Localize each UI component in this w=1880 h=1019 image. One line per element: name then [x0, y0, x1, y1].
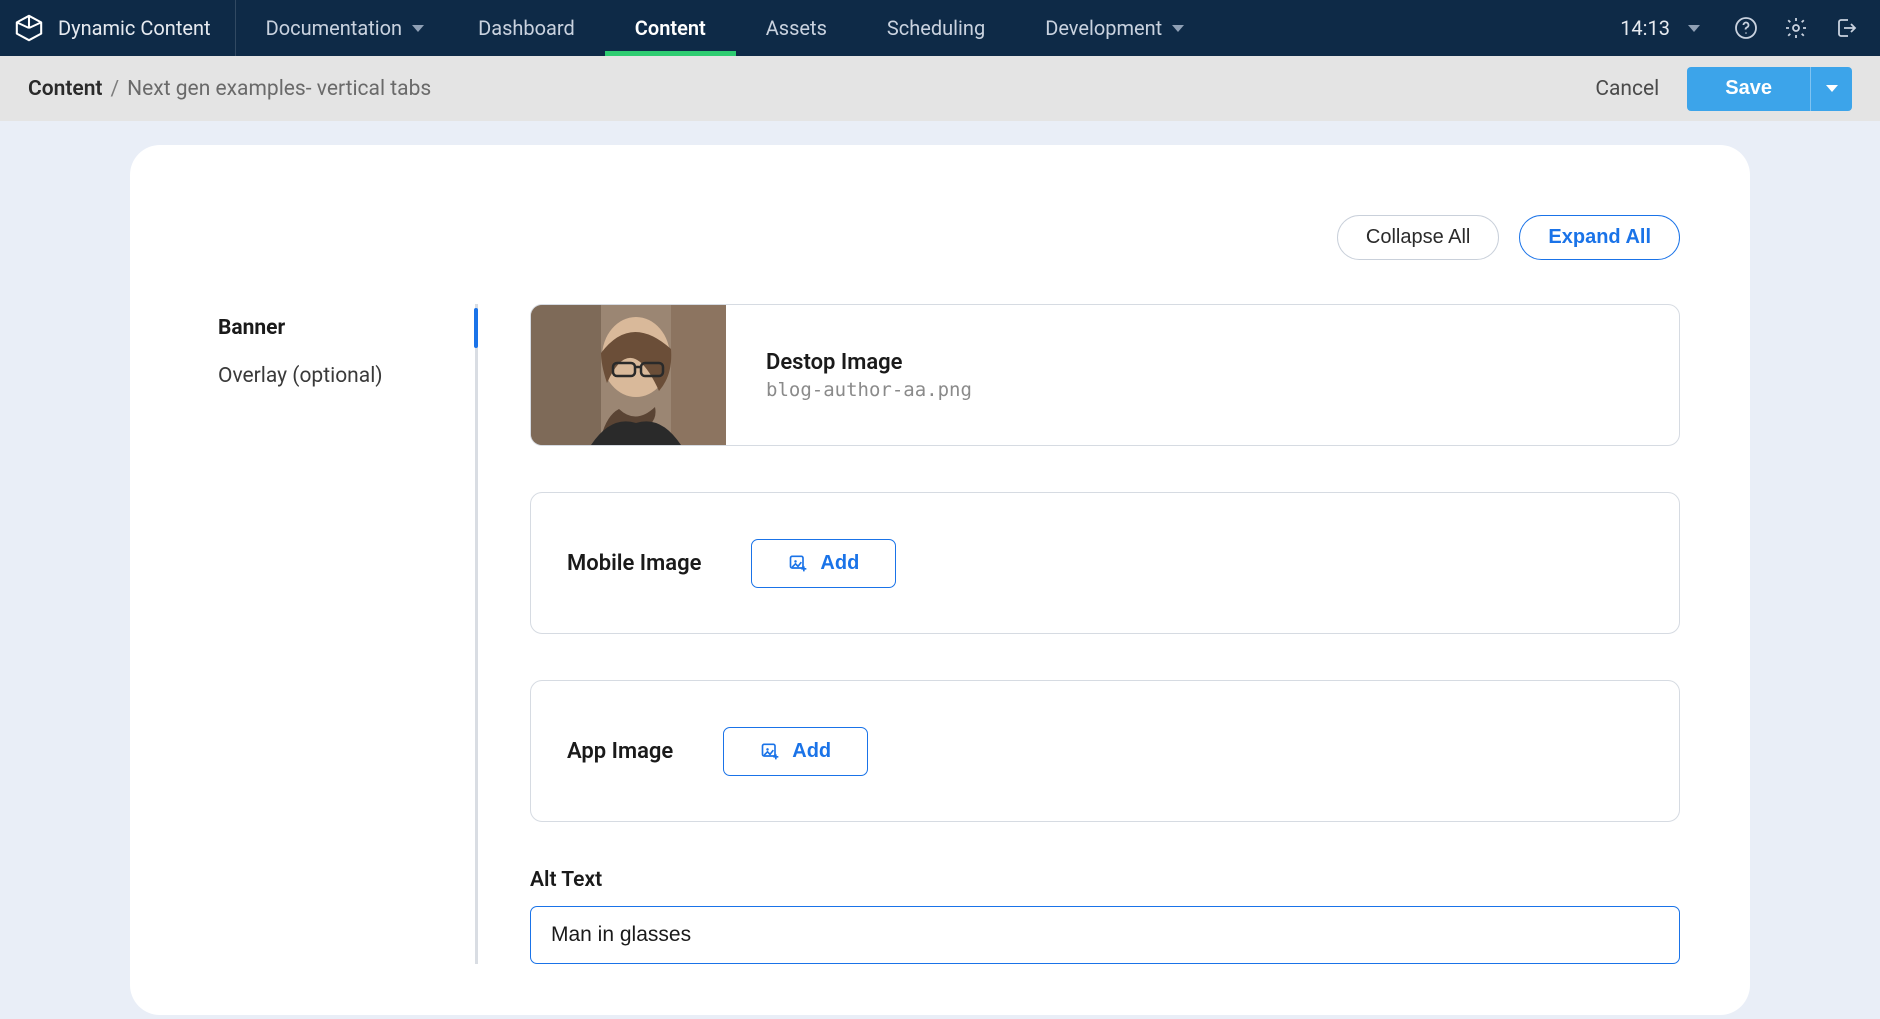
breadcrumb-leaf: Next gen examples- vertical tabs — [127, 77, 431, 101]
nav-right: 14:13 — [1620, 0, 1880, 56]
cancel-button[interactable]: Cancel — [1595, 77, 1659, 101]
top-nav: Dynamic Content Documentation Dashboard … — [0, 0, 1880, 56]
save-dropdown[interactable] — [1810, 67, 1852, 111]
alt-text-input[interactable] — [530, 906, 1680, 964]
add-mobile-image-button[interactable]: Add — [751, 539, 896, 588]
alt-text-group: Alt Text — [530, 868, 1680, 964]
nav-item-label: Scheduling — [887, 16, 985, 40]
breadcrumb-sep: / — [102, 77, 127, 101]
sidebar-tab-label: Banner — [218, 316, 285, 340]
chevron-down-icon — [412, 25, 424, 32]
nav-item-label: Content — [635, 16, 706, 40]
nav-development[interactable]: Development — [1015, 0, 1208, 56]
field-label: App Image — [567, 739, 673, 764]
desktop-image-thumb — [531, 305, 726, 445]
field-filename: blog-author-aa.png — [766, 379, 972, 401]
nav-content[interactable]: Content — [605, 0, 736, 56]
chevron-down-icon — [1172, 25, 1184, 32]
nav-documentation-label: Documentation — [266, 16, 403, 40]
content-card: Collapse All Expand All Banner Overlay (… — [130, 145, 1750, 1015]
field-label: Destop Image — [766, 350, 972, 375]
field-label: Mobile Image — [567, 551, 701, 576]
alt-text-label: Alt Text — [530, 868, 1680, 892]
chevron-down-icon — [1826, 85, 1838, 92]
form-column: Destop Image blog-author-aa.png Mobile I… — [488, 304, 1680, 964]
nav-left: Documentation Dashboard Content Assets S… — [236, 0, 1209, 56]
save-button-group: Save — [1687, 67, 1852, 111]
breadcrumb-root[interactable]: Content — [28, 77, 102, 101]
add-image-icon — [760, 741, 780, 761]
desktop-image-meta: Destop Image blog-author-aa.png — [726, 350, 1012, 401]
sidebar-tab-label: Overlay (optional) — [218, 364, 383, 388]
chevron-down-icon — [1688, 25, 1700, 32]
nav-scheduling[interactable]: Scheduling — [857, 0, 1015, 56]
card-toolbar: Collapse All Expand All — [200, 215, 1680, 260]
desktop-image-field[interactable]: Destop Image blog-author-aa.png — [530, 304, 1680, 446]
brand-name: Dynamic Content — [58, 16, 211, 40]
brand: Dynamic Content — [0, 0, 236, 56]
add-button-label: Add — [820, 552, 859, 575]
logout-icon[interactable] — [1832, 14, 1860, 42]
nav-item-label: Dashboard — [478, 16, 575, 40]
nav-assets[interactable]: Assets — [736, 0, 857, 56]
expand-all-button[interactable]: Expand All — [1519, 215, 1680, 260]
crumb-actions: Cancel Save — [1595, 67, 1852, 111]
main-wrap: Collapse All Expand All Banner Overlay (… — [0, 121, 1880, 1015]
collapse-all-button[interactable]: Collapse All — [1337, 215, 1500, 260]
form-layout: Banner Overlay (optional) — [200, 304, 1680, 964]
save-button[interactable]: Save — [1687, 67, 1810, 111]
mobile-image-field: Mobile Image Add — [530, 492, 1680, 634]
app-image-field: App Image Add — [530, 680, 1680, 822]
help-icon[interactable] — [1732, 14, 1760, 42]
clock-time: 14:13 — [1620, 16, 1670, 40]
brand-logo-icon — [14, 13, 44, 43]
breadcrumb-bar: Content / Next gen examples- vertical ta… — [0, 56, 1880, 121]
nav-item-label: Assets — [766, 16, 827, 40]
gear-icon[interactable] — [1782, 14, 1810, 42]
add-button-label: Add — [792, 740, 831, 763]
nav-documentation[interactable]: Documentation — [236, 0, 449, 56]
side-tabs: Banner Overlay (optional) — [200, 304, 478, 964]
sidebar-tab-banner[interactable]: Banner — [200, 304, 475, 352]
add-app-image-button[interactable]: Add — [723, 727, 868, 776]
nav-dashboard[interactable]: Dashboard — [448, 0, 605, 56]
nav-development-label: Development — [1045, 16, 1162, 40]
sidebar-tab-overlay[interactable]: Overlay (optional) — [200, 352, 475, 400]
clock[interactable]: 14:13 — [1620, 16, 1710, 40]
add-image-icon — [788, 553, 808, 573]
